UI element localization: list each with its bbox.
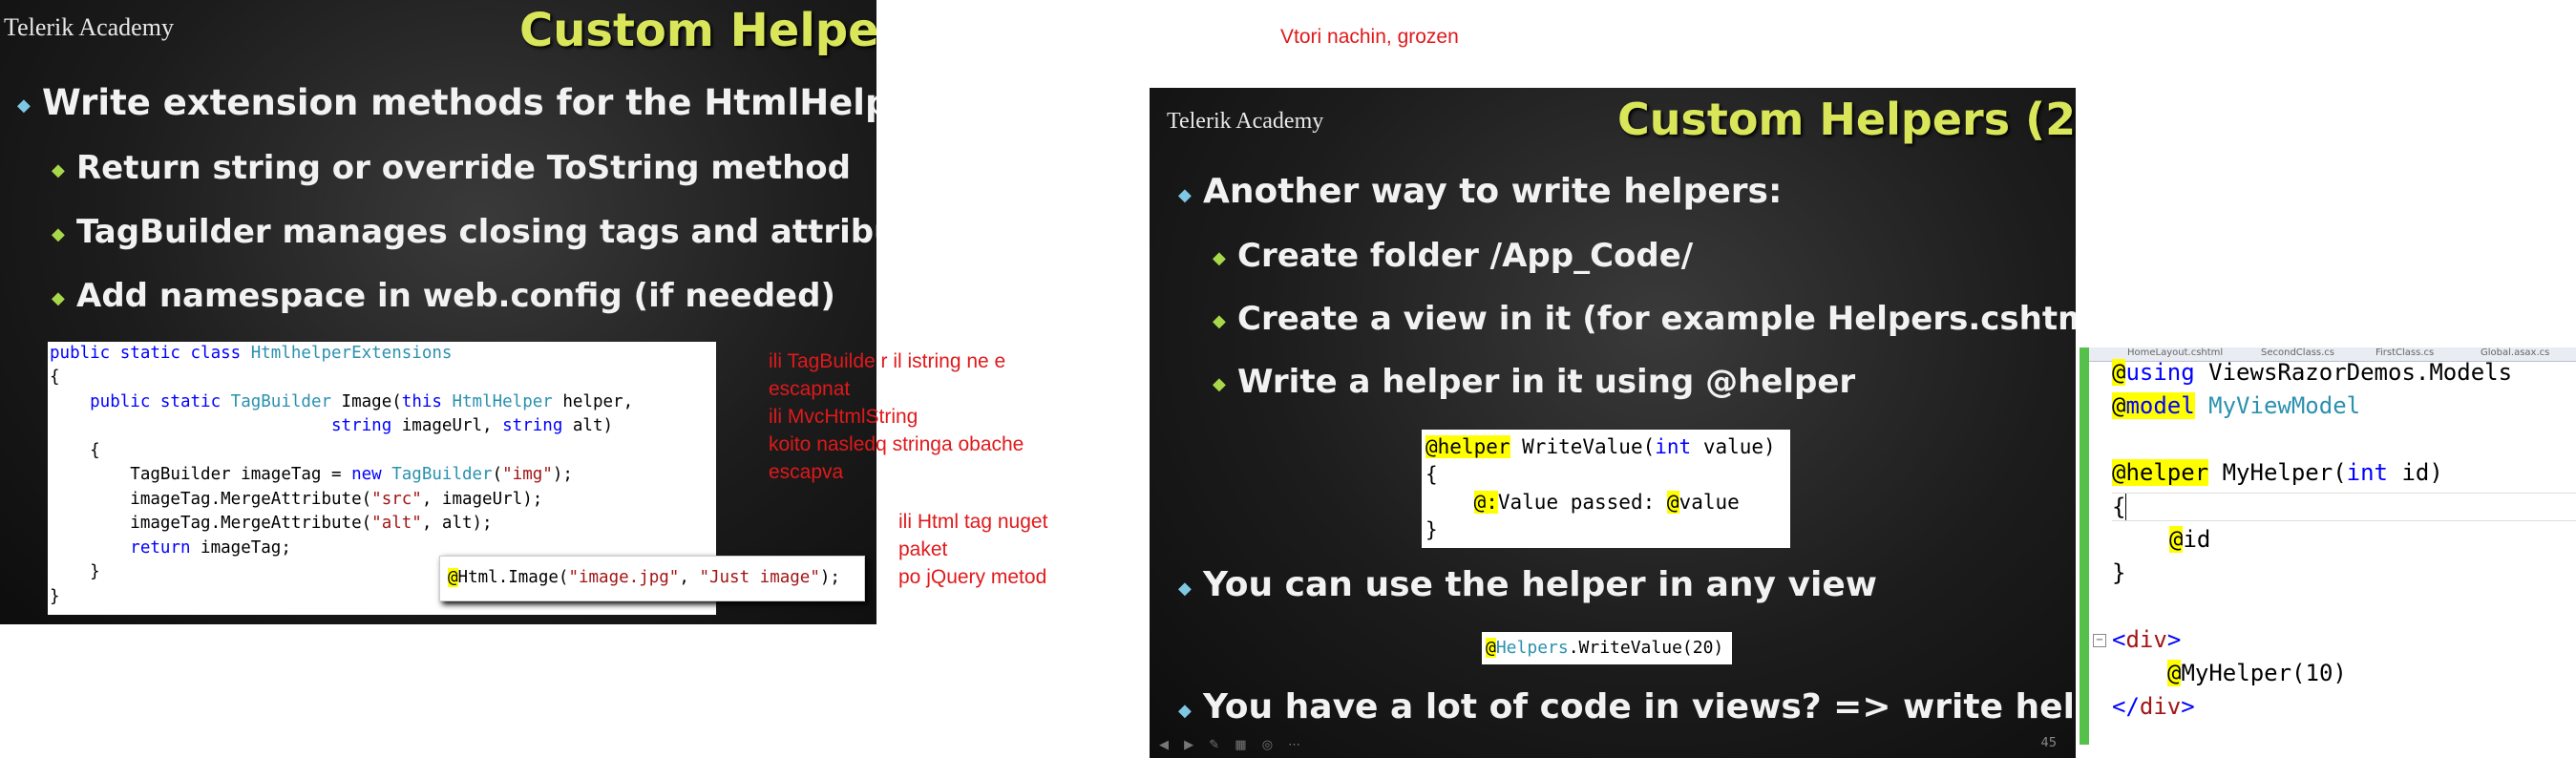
editor-line: </div> [2112,693,2195,720]
editor-line: {​ [2112,493,2576,521]
slide-1-logo: Telerik Academy [4,13,174,41]
tab-first-class[interactable]: FirstClass.cs [2375,347,2434,358]
diamond-bullet-icon: ◆ [1178,701,1192,721]
code-line: { [50,441,100,460]
editor-line: @helper MyHelper(int id) [2112,459,2443,486]
editor-line: @model MyViewModel [2112,392,2361,419]
slide-controls[interactable]: ◀ ▶ ✎ ▦ ◎ ⋯ [1159,738,1306,752]
tab-second-class[interactable]: SecondClass.cs [2261,347,2334,358]
code-line: } [50,562,100,581]
code-line: @helper WriteValue(int value) [1425,435,1776,458]
slide-page-number: 45 [2040,736,2057,750]
editor-line: @id [2169,526,2211,553]
diamond-bullet-icon: ◆ [1213,374,1226,394]
slide-1-usage-callout: @Html.Image("image.jpg", "Just image"); [439,556,865,601]
text-cursor: ​ [2125,494,2127,520]
slide-1-bullet-1: ◆ Write extension methods for the HtmlHe… [17,82,876,123]
code-line: @:Value passed: @value [1473,491,1740,514]
slide-1-bullet-2: ◆ Return string or override ToString met… [52,149,851,187]
slide-2-usage-box: @Helpers.WriteValue(20) [1482,632,1732,664]
slide-2: Telerik Academy Custom Helpers (2) ◆ Ano… [1150,88,2076,758]
editor-line: } [2112,559,2126,586]
code-line: return imageTag; [130,538,291,558]
slide-2-bullet-6: ◆ You have a lot of code in views? => wr… [1178,687,2076,726]
slide-2-bullet-3: ◆ Create a view in it (for example Helpe… [1213,300,2076,338]
slide-2-bullet-2: ◆ Create folder /App_Code/ [1213,237,1694,275]
slide-1-title: Custom Helpers [519,4,876,57]
diamond-bullet-icon: ◆ [1178,185,1192,205]
slide-1: Telerik Academy Custom Helpers ◆ Write e… [0,0,876,624]
slide-2-title: Custom Helpers (2) [1617,94,2076,145]
code-line: TagBuilder imageTag = new TagBuilder("im… [50,465,573,484]
tab-home-layout[interactable]: HomeLayout.cshtml [2127,347,2223,358]
code-line: public static TagBuilder Image(this Html… [50,392,634,411]
slide-1-bullet-3: ◆ TagBuilder manages closing tags and at… [52,213,876,251]
code-line: imageTag.MergeAttribute("alt", alt); [50,514,493,533]
diamond-bullet-icon: ◆ [52,160,65,180]
note-top: Vtori nachin, grozen [1280,26,1459,48]
diamond-bullet-icon: ◆ [17,95,31,116]
diamond-bullet-icon: ◆ [52,224,65,244]
editor-line: @using ViewsRazorDemos.Models [2112,359,2513,386]
editor-line: <div> [2112,626,2182,653]
code-line: imageTag.MergeAttribute("src", imageUrl)… [50,490,543,509]
code-line: { [1425,463,1438,486]
editor-line: @MyHelper(10) [2167,660,2347,686]
diamond-bullet-icon: ◆ [1178,579,1192,599]
code-line: { [50,368,60,387]
code-line: string imageUrl, string alt) [331,416,614,435]
collapse-icon[interactable]: − [2093,634,2106,647]
diamond-bullet-icon: ◆ [1213,248,1226,268]
slide-1-bullet-4: ◆ Add namespace in web.config (if needed… [52,277,835,315]
diamond-bullet-icon: ◆ [52,288,65,308]
tab-global-asax[interactable]: Global.asax.cs [2481,347,2549,358]
diamond-bullet-icon: ◆ [1213,311,1226,331]
code-line: } [50,587,60,606]
slide-2-code-block: @helper WriteValue(int value) { @:Value … [1422,430,1790,548]
code-line: public static class HtmlhelperExtensions [50,344,453,363]
slide-2-bullet-5: ◆ You can use the helper in any view [1178,565,1878,604]
code-editor[interactable]: HomeLayout.cshtml SecondClass.cs FirstCl… [2080,347,2576,745]
code-line: } [1425,518,1438,541]
slide-2-bullet-4: ◆ Write a helper in it using @helper [1213,363,1856,401]
slide-2-logo: Telerik Academy [1167,109,1324,134]
slide-2-bullet-1: ◆ Another way to write helpers: [1178,172,1783,211]
